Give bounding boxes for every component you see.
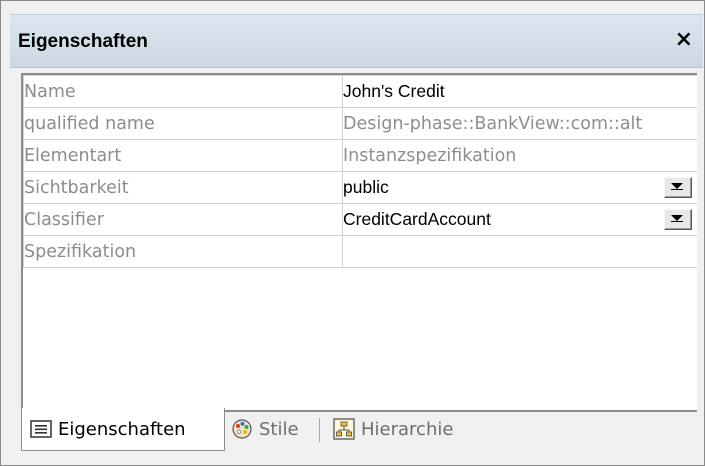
close-icon[interactable]: × [675, 27, 693, 52]
visibility-dropdown[interactable]: public [342, 171, 697, 204]
property-grid: Name John's Credit qualified name Design… [21, 73, 697, 412]
property-row-qualified-name: qualified name Design-phase::BankView::c… [23, 107, 697, 140]
property-label: Elementart [23, 139, 343, 172]
panel-title: Eigenschaften [18, 31, 148, 52]
tab-hierarchie[interactable]: Hierarchie [333, 408, 453, 450]
property-label: Classifier [23, 203, 343, 236]
tab-label: Eigenschaften [58, 418, 186, 440]
property-row-elementart: Elementart Instanzspezifikation [23, 139, 697, 172]
property-value-elementart: Instanzspezifikation [342, 139, 697, 172]
property-value-qualified-name: Design-phase::BankView::com::alt [342, 107, 697, 140]
palette-icon [231, 418, 253, 440]
classifier-dropdown-button[interactable] [664, 209, 692, 230]
tab-eigenschaften[interactable]: Eigenschaften [21, 408, 225, 451]
classifier-dropdown[interactable]: CreditCardAccount [342, 203, 697, 236]
dropdown-arrow-icon [671, 215, 683, 222]
title-bar: Eigenschaften × [10, 14, 703, 68]
tab-separator [319, 418, 320, 442]
property-label: Sichtbarkeit [23, 171, 343, 204]
tab-stile[interactable]: Stile [231, 408, 299, 450]
property-label: Name [23, 75, 343, 108]
tab-label: Stile [259, 418, 299, 440]
properties-window: Eigenschaften × Name John's Credit quali… [0, 0, 705, 466]
property-value-spezifikation[interactable] [342, 235, 697, 268]
visibility-value: public [343, 177, 389, 197]
properties-list-icon [30, 420, 52, 438]
tab-bar: Eigenschaften Stile Hierarchie [21, 408, 701, 452]
property-row-name: Name John's Credit [23, 75, 697, 108]
property-value-name[interactable]: John's Credit [342, 75, 697, 108]
property-row-spezifikation: Spezifikation [23, 235, 697, 268]
property-label: qualified name [23, 107, 343, 140]
classifier-value: CreditCardAccount [343, 209, 491, 229]
visibility-dropdown-button[interactable] [664, 177, 692, 198]
property-row-sichtbarkeit: Sichtbarkeit public [23, 171, 697, 204]
dropdown-arrow-icon [671, 183, 683, 190]
property-row-classifier: Classifier CreditCardAccount [23, 203, 697, 236]
tab-label: Hierarchie [361, 418, 454, 440]
hierarchy-icon [333, 418, 355, 440]
property-label: Spezifikation [23, 235, 343, 268]
